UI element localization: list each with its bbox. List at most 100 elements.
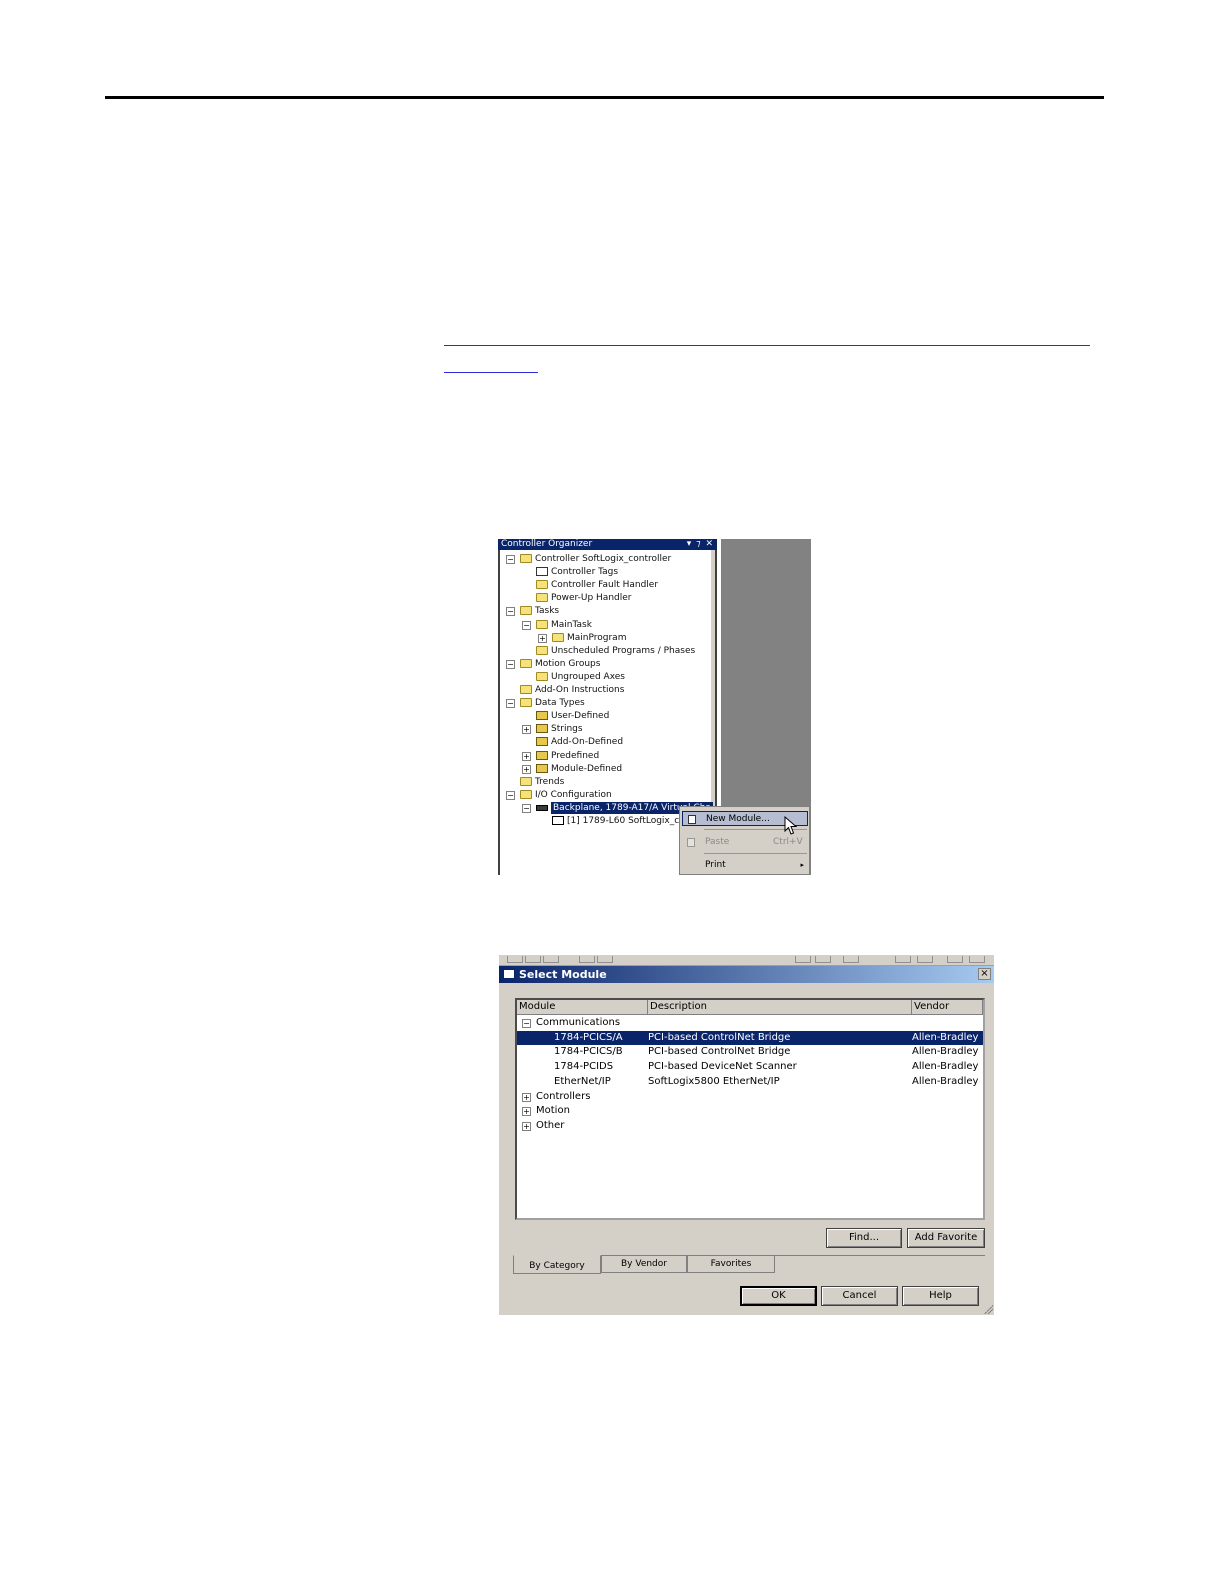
- module-list[interactable]: Module Description Vendor − Communication…: [515, 998, 985, 1220]
- description-cell: PCI-based ControlNet Bridge: [648, 1031, 791, 1043]
- tree-item[interactable]: + MainProgram: [498, 632, 713, 644]
- toolbar-button[interactable]: [815, 956, 831, 963]
- hyperlink-underline-line-1[interactable]: [444, 345, 1090, 346]
- tab-by-vendor[interactable]: By Vendor: [601, 1256, 687, 1273]
- expand-plus-icon[interactable]: +: [538, 633, 547, 643]
- expand-plus-icon[interactable]: +: [522, 751, 531, 761]
- tree-item[interactable]: − Controller SoftLogix_controller: [498, 553, 713, 565]
- menu-item-paste[interactable]: Paste Ctrl+V: [682, 835, 808, 850]
- tree-item-label: I/O Configuration: [535, 789, 612, 800]
- data-type-icon: [536, 724, 548, 734]
- toolbar-button[interactable]: [597, 956, 613, 963]
- menu-item-print[interactable]: Print ▸: [682, 858, 808, 873]
- tree-item[interactable]: Add-On-Defined: [498, 736, 713, 748]
- tree-item[interactable]: − I/O Configuration: [498, 789, 713, 801]
- collapse-minus-icon[interactable]: −: [506, 607, 515, 617]
- module-cell: EtherNet/IP: [554, 1075, 611, 1087]
- collapse-minus-icon[interactable]: −: [522, 620, 531, 630]
- expand-plus-icon[interactable]: +: [522, 1092, 531, 1102]
- tree-item-label: [1] 1789-L60 SoftLogix_cont: [567, 816, 694, 826]
- select-module-dialog: Select Module × Module Description Vendo…: [499, 955, 994, 1315]
- module-list-row[interactable]: 1784-PCIDS PCI-based DeviceNet Scanner All…: [517, 1060, 983, 1074]
- help-button[interactable]: Help: [902, 1286, 979, 1306]
- resize-grip-icon[interactable]: [983, 1304, 993, 1314]
- tree-item[interactable]: Add-On Instructions: [498, 684, 713, 696]
- folder-icon: [536, 619, 548, 629]
- tree-item-label: MainTask: [551, 619, 592, 630]
- collapse-minus-icon[interactable]: −: [506, 555, 515, 564]
- tree-item-label: Predefined: [551, 750, 600, 761]
- module-list-row[interactable]: + Controllers: [517, 1090, 983, 1104]
- collapse-minus-icon[interactable]: −: [522, 803, 531, 813]
- module-list-row[interactable]: + Motion: [517, 1104, 983, 1118]
- description-cell: PCI-based ControlNet Bridge: [648, 1046, 791, 1058]
- column-header-description[interactable]: Description: [648, 1000, 912, 1014]
- toolbar-button[interactable]: [795, 956, 811, 963]
- column-header-vendor[interactable]: Vendor: [912, 1000, 983, 1014]
- hyperlink-underline-line-2[interactable]: [444, 372, 538, 373]
- tree-item[interactable]: Trends: [498, 776, 713, 788]
- module-list-row[interactable]: EtherNet/IP SoftLogix5800 EtherNet/IP Alle…: [517, 1075, 983, 1089]
- collapse-minus-icon[interactable]: −: [506, 659, 515, 669]
- tags-icon: [536, 567, 548, 577]
- tab-by-category[interactable]: By Category: [513, 1255, 601, 1274]
- cancel-button[interactable]: Cancel: [821, 1286, 898, 1306]
- toolbar-button[interactable]: [917, 956, 933, 963]
- dialog-title-bar: Select Module ×: [499, 966, 994, 983]
- collapse-minus-icon[interactable]: −: [506, 790, 515, 800]
- toolbar-button[interactable]: [525, 956, 541, 963]
- expand-plus-icon[interactable]: +: [522, 1107, 531, 1117]
- tree-item[interactable]: − Data Types: [498, 697, 713, 709]
- vendor-cell: Allen-Bradley: [912, 1046, 979, 1058]
- tree-item-label: MainProgram: [567, 632, 627, 643]
- tree-item[interactable]: Controller Fault Handler: [498, 579, 713, 591]
- toolbar-button[interactable]: [843, 956, 859, 963]
- tree-item[interactable]: Unscheduled Programs / Phases: [498, 645, 713, 657]
- tree-item-label: Power-Up Handler: [551, 593, 632, 604]
- toolbar-button[interactable]: [579, 956, 595, 963]
- toolbar-button[interactable]: [947, 956, 963, 963]
- tree-item[interactable]: Ungrouped Axes: [498, 671, 713, 683]
- find-button[interactable]: Find...: [826, 1228, 902, 1248]
- column-header-module[interactable]: Module: [517, 1000, 648, 1014]
- toolbar-button[interactable]: [895, 956, 911, 963]
- expand-plus-icon[interactable]: +: [522, 1121, 531, 1131]
- tree-item[interactable]: + Predefined: [498, 750, 713, 762]
- collapse-minus-icon[interactable]: −: [522, 1019, 531, 1028]
- expand-plus-icon[interactable]: +: [522, 725, 531, 735]
- menu-item-paste-label: Paste: [705, 837, 730, 847]
- tree-item-label: Trends: [535, 776, 565, 787]
- toolbar-strip: [499, 955, 994, 966]
- tree-item[interactable]: − Motion Groups: [498, 658, 713, 670]
- tree-item[interactable]: − MainTask: [498, 619, 713, 631]
- ok-button[interactable]: OK: [740, 1286, 817, 1306]
- folder-icon: [520, 698, 532, 708]
- toolbar-button[interactable]: [543, 956, 559, 963]
- collapse-minus-icon[interactable]: −: [506, 699, 515, 709]
- tree-item-label: Add-On-Defined: [551, 737, 624, 748]
- tree-item[interactable]: Power-Up Handler: [498, 592, 713, 604]
- tree-item-label: User-Defined: [551, 711, 610, 722]
- tree-item[interactable]: − Tasks: [498, 605, 713, 617]
- toolbar-button[interactable]: [507, 956, 523, 963]
- module-list-row[interactable]: 1784-PCICS/B PCI-based ControlNet Bridge A…: [517, 1045, 983, 1059]
- toolbar-button[interactable]: [969, 956, 985, 963]
- module-list-row[interactable]: − Communications: [517, 1016, 983, 1030]
- tree-item[interactable]: User-Defined: [498, 710, 713, 722]
- close-icon[interactable]: ×: [978, 968, 991, 980]
- tree-item[interactable]: + Module-Defined: [498, 763, 713, 775]
- tree-item-label: Strings: [551, 724, 583, 735]
- module-list-row[interactable]: 1784-PCICS/A PCI-based ControlNet Bridge A…: [517, 1030, 983, 1045]
- module-cell: Motion: [536, 1105, 570, 1117]
- tab-favorites[interactable]: Favorites: [687, 1256, 775, 1273]
- menu-item-new-module-label: New Module...: [706, 814, 770, 824]
- tree-item-label: Controller Fault Handler: [551, 580, 659, 591]
- data-type-icon: [536, 763, 548, 773]
- module-list-row[interactable]: + Other: [517, 1119, 983, 1133]
- module-cell: 1784-PCIDS: [554, 1061, 614, 1073]
- folder-icon: [520, 554, 532, 563]
- tree-item[interactable]: + Strings: [498, 723, 713, 735]
- add-favorite-button[interactable]: Add Favorite: [907, 1228, 985, 1248]
- expand-plus-icon[interactable]: +: [522, 764, 531, 774]
- tree-item[interactable]: Controller Tags: [498, 566, 713, 578]
